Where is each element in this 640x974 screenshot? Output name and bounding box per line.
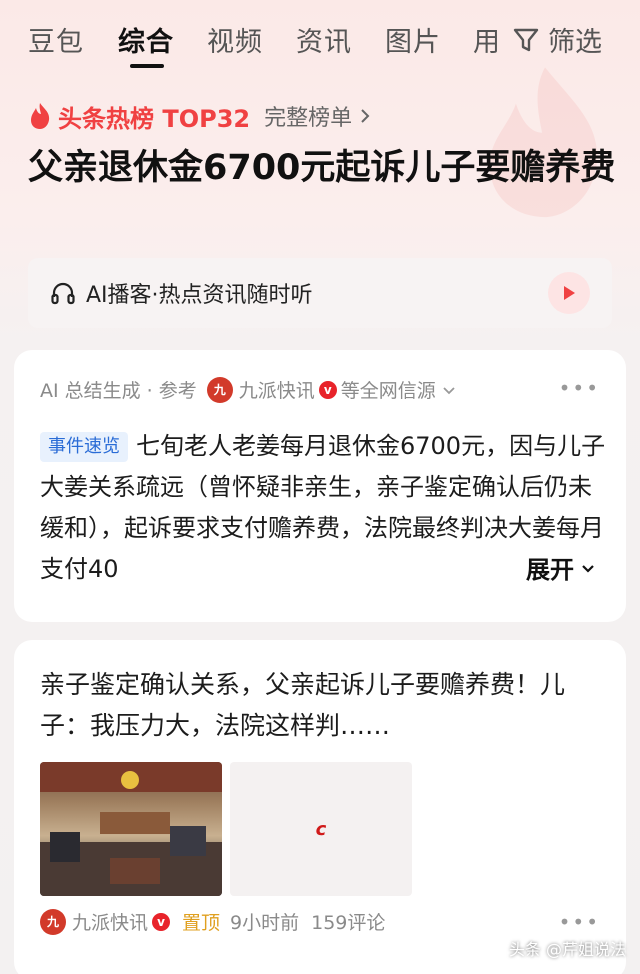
play-icon — [564, 286, 575, 300]
ai-summary-meta: AI 总结生成 · 参考 九 九派快讯 v 等全网信源 — [40, 376, 458, 403]
flame-decoration-icon — [489, 67, 598, 218]
ai-podcast-bar[interactable]: AI播客·热点资讯随时听 — [28, 258, 612, 328]
ai-source-name[interactable]: 九派快讯 — [239, 376, 315, 403]
search-results-page: 豆包 综合 视频 资讯 图片 用 筛选 头条热榜 TOP32 完整榜单 父亲退休… — [0, 0, 640, 974]
expand-label: 展开 — [526, 556, 574, 584]
chevron-down-icon[interactable] — [440, 381, 458, 399]
article-source-name[interactable]: 九派快讯 — [72, 908, 148, 935]
chevron-right-icon — [361, 109, 370, 123]
video-thumbnail[interactable]: c — [230, 762, 412, 896]
ai-ref-label: · 参考 — [146, 380, 197, 402]
filter-icon — [513, 28, 539, 51]
article-title[interactable]: 亲子鉴定确认关系，父亲起诉儿子要赡养费！儿子：我压力大，法院这样判…… — [40, 664, 600, 746]
brand-mark-icon: c — [315, 818, 327, 840]
tab-news[interactable]: 资讯 — [296, 20, 352, 59]
headphones-icon — [51, 282, 75, 305]
article-comments[interactable]: 159评论 — [311, 908, 385, 935]
category-tabs: 豆包 综合 视频 资讯 图片 用 筛选 — [0, 0, 640, 78]
article-time: 9小时前 — [230, 912, 300, 934]
hot-list-header[interactable]: 头条热榜 TOP32 完整榜单 — [28, 98, 374, 134]
tab-users[interactable]: 用 — [473, 20, 501, 59]
tab-comprehensive[interactable]: 综合 — [118, 20, 174, 59]
article-card[interactable]: 亲子鉴定确认关系，父亲起诉儿子要赡养费！儿子：我压力大，法院这样判…… c 九 … — [14, 640, 626, 974]
expand-button[interactable]: 展开 — [496, 550, 598, 585]
full-list-link[interactable]: 完整榜单 — [264, 100, 374, 132]
flame-icon — [31, 103, 50, 129]
chevron-down-icon — [582, 564, 594, 573]
filter-button[interactable]: 筛选 — [512, 20, 602, 59]
source-logo: 九 — [40, 908, 66, 935]
tab-video[interactable]: 视频 — [207, 20, 263, 59]
article-thumbnails: c — [40, 762, 420, 896]
article-footer: 九 九派快讯 v 置顶 9小时前 159评论 — [40, 908, 385, 935]
tab-images[interactable]: 图片 — [385, 20, 441, 59]
ai-source-suffix[interactable]: 等全网信源 — [341, 376, 436, 403]
ai-generated-label: AI 总结生成 — [40, 380, 141, 402]
verified-badge-icon: v — [152, 912, 171, 931]
more-options-icon[interactable]: ••• — [559, 910, 600, 934]
ai-summary-card: AI 总结生成 · 参考 九 九派快讯 v 等全网信源 ••• 事件速览 七旬老人… — [14, 350, 626, 622]
tab-doubao[interactable]: 豆包 — [28, 20, 84, 59]
more-options-icon[interactable]: ••• — [559, 376, 600, 400]
active-tab-indicator — [130, 64, 164, 68]
courtroom-illustration-icon — [40, 762, 222, 896]
play-button[interactable] — [548, 272, 590, 314]
hot-headline[interactable]: 父亲退休金6700元起诉儿子要赡养费 — [28, 142, 618, 194]
pinned-badge: 置顶 — [182, 912, 221, 934]
event-overview-tag: 事件速览 — [40, 432, 128, 462]
source-logo: 九 — [206, 376, 233, 403]
verified-badge-icon: v — [318, 380, 337, 399]
courtroom-photo[interactable] — [40, 762, 222, 896]
podcast-label: AI播客·热点资讯随时听 — [86, 283, 313, 308]
hot-list-title: 头条热榜 TOP32 — [58, 104, 251, 133]
filter-label: 筛选 — [548, 27, 602, 58]
watermark: 头条 @芹姐说法 — [508, 940, 626, 959]
full-list-label: 完整榜单 — [264, 106, 353, 131]
